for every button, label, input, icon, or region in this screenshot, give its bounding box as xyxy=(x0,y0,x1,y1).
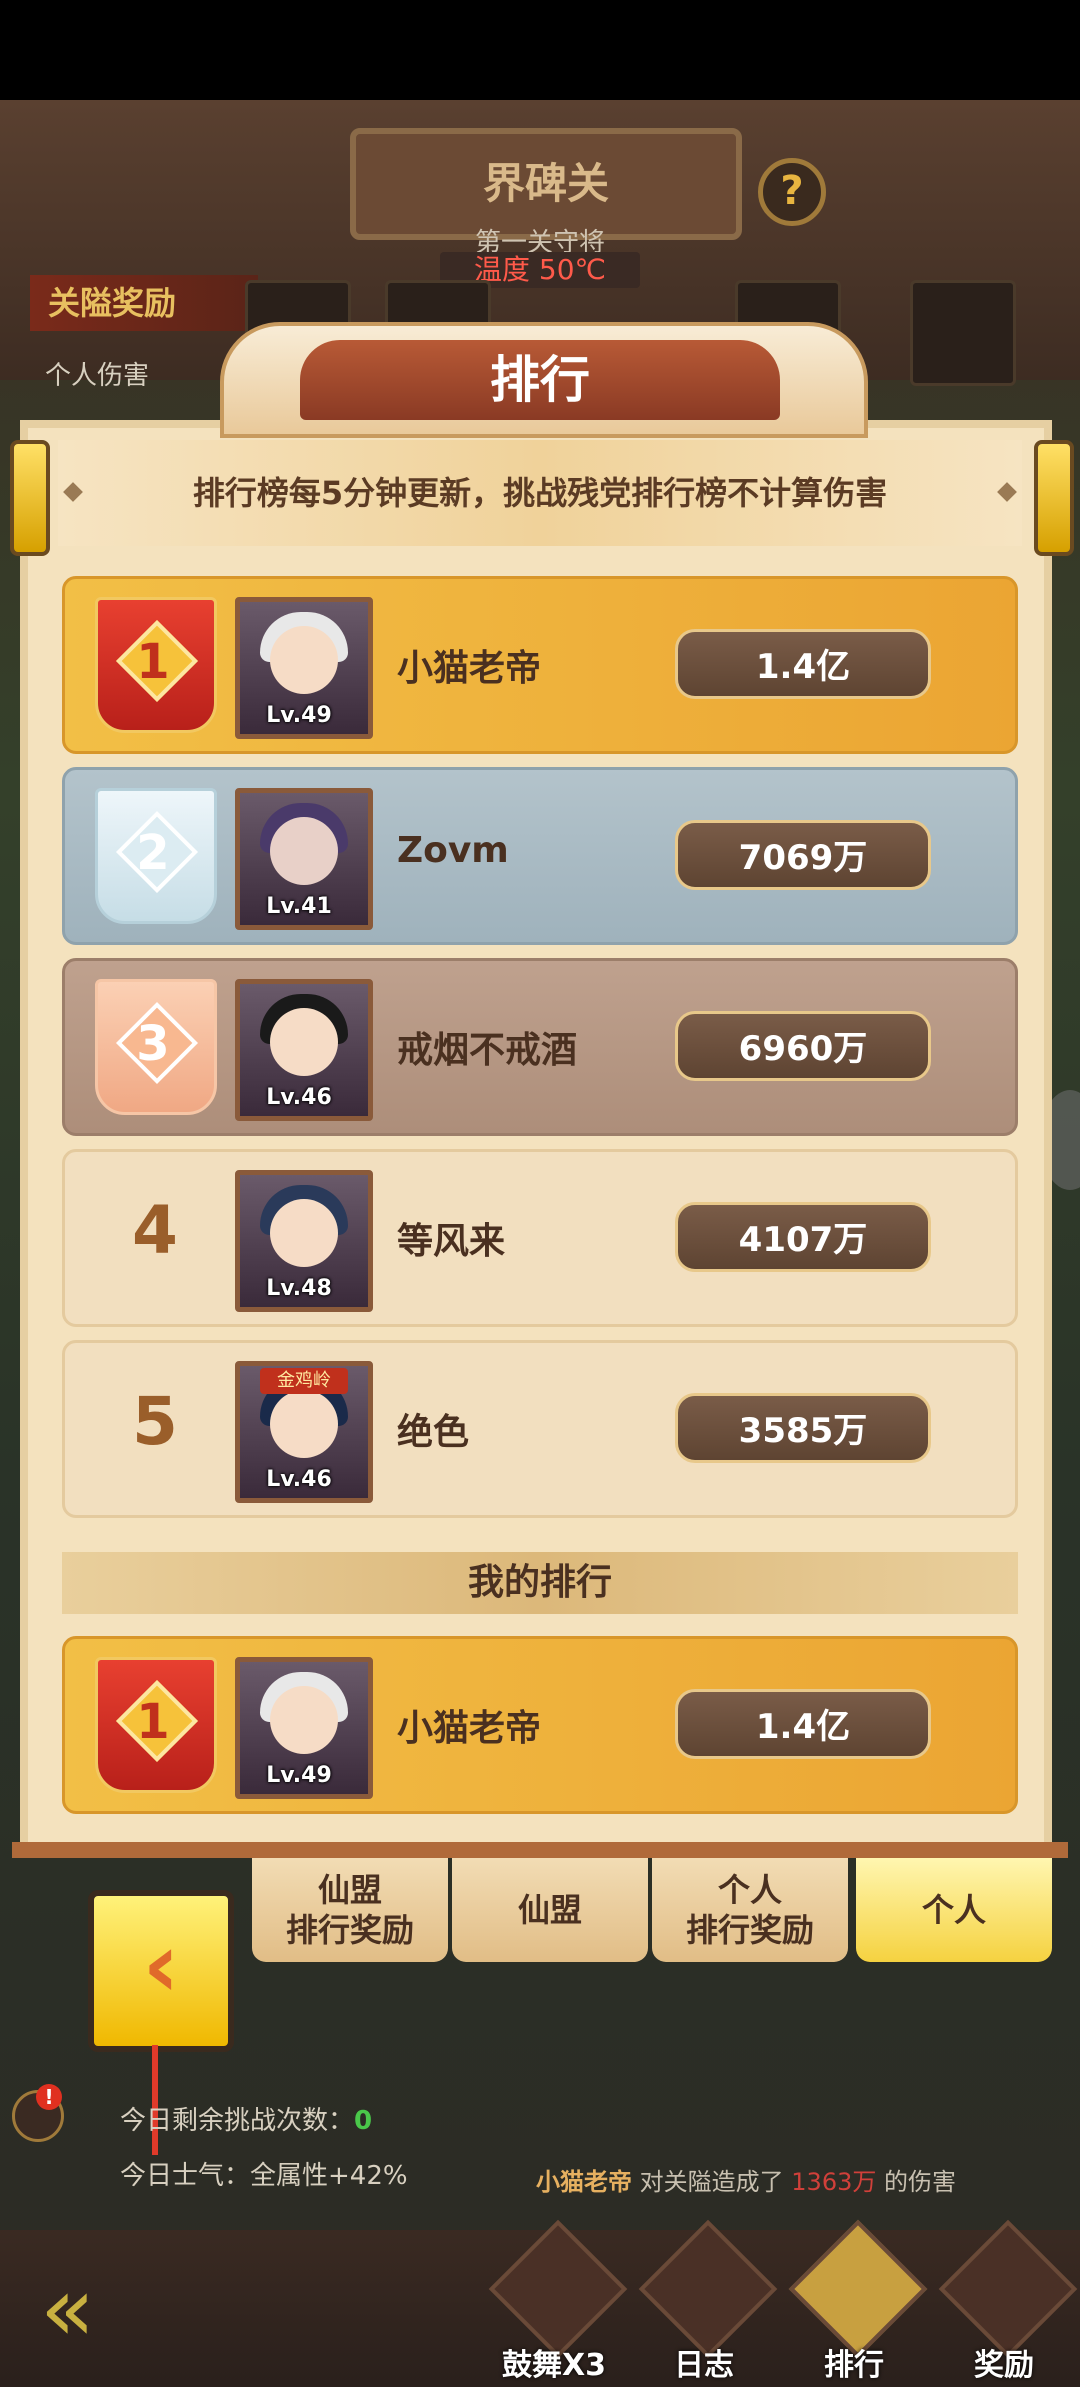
broadcast-mid: 对关隘造成了 xyxy=(639,2168,784,2196)
leaf-back-icon[interactable]: « xyxy=(40,2265,160,2355)
rank-number: 2 xyxy=(136,825,170,881)
nav-label: 鼓舞X3 xyxy=(501,2348,606,2383)
personal-damage-label: 个人伤害 xyxy=(45,361,150,391)
nav-reward[interactable]: 奖励 xyxy=(934,2219,1078,2383)
remaining-label: 今日剩余挑战次数： xyxy=(120,2106,355,2136)
damage-score: 6960万 xyxy=(675,1011,931,1081)
rank-badge-gold: 1 xyxy=(95,597,217,733)
player-name: 小猫老帝 xyxy=(397,1708,542,1749)
tab-alliance[interactable]: 仙盟 xyxy=(452,1858,648,1962)
rank-number: 1 xyxy=(136,1694,170,1750)
nav-log[interactable]: 日志 xyxy=(634,2219,778,2383)
avatar-face xyxy=(270,1686,338,1754)
broadcast-damage: 1363万 xyxy=(791,2168,877,2196)
morale-value: 全属性+42% xyxy=(250,2161,408,2191)
player-avatar[interactable]: Lv.48 xyxy=(235,1170,373,1312)
stage-title: 界碑关 xyxy=(482,159,609,208)
ranking-row[interactable]: 2 Lv.41 Zovm 7069万 xyxy=(62,767,1018,945)
damage-score: 1.4亿 xyxy=(675,629,931,699)
avatar-face xyxy=(270,626,338,694)
damage-score: 4107万 xyxy=(675,1202,931,1272)
help-icon[interactable]: ? xyxy=(758,158,826,226)
reward-icon xyxy=(938,2219,1078,2359)
my-ranking-row[interactable]: 1 Lv.49 小猫老帝 1.4亿 xyxy=(62,1636,1018,1814)
player-name: 戒烟不戒酒 xyxy=(397,1030,578,1071)
player-name: Zovm xyxy=(397,830,509,871)
player-level: Lv.48 xyxy=(266,1276,332,1301)
reward-slot xyxy=(910,280,1016,386)
player-name: 小猫老帝 xyxy=(397,648,542,689)
scroll-rod-right xyxy=(1034,440,1074,556)
player-level: Lv.49 xyxy=(266,703,332,728)
avatar-face xyxy=(270,1008,338,1076)
my-rank-header: 我的排行 xyxy=(62,1552,1018,1614)
remaining-challenges: 今日剩余挑战次数：0 xyxy=(120,2100,372,2137)
tab-personal-rank-rewards[interactable]: 个人 排行奖励 xyxy=(652,1858,848,1962)
tab-label: 个人 xyxy=(717,1871,782,1909)
tab-label: 排行奖励 xyxy=(685,1911,814,1949)
daily-morale: 今日士气：全属性+42% xyxy=(120,2155,408,2192)
player-name: 等风来 xyxy=(397,1221,506,1262)
rank-number: 3 xyxy=(136,1016,170,1072)
avatar-face xyxy=(270,817,338,885)
rank-number: 1 xyxy=(136,634,170,690)
tab-alliance-rank-rewards[interactable]: 仙盟 排行奖励 xyxy=(252,1858,448,1962)
log-icon xyxy=(638,2219,778,2359)
tab-bar-rail xyxy=(12,1842,1068,1858)
rank-number: 5 xyxy=(132,1383,178,1460)
player-level: Lv.46 xyxy=(266,1467,332,1492)
damage-score: 3585万 xyxy=(675,1393,931,1463)
tab-label: 个人 xyxy=(921,1891,986,1929)
tab-label: 仙盟 xyxy=(317,1871,382,1909)
rank-badge-silver: 2 xyxy=(95,788,217,924)
rank-icon xyxy=(788,2219,928,2359)
ranking-row[interactable]: 4 Lv.48 等风来 4107万 xyxy=(62,1149,1018,1327)
avatar-title-tag: 金鸡岭 xyxy=(260,1368,348,1394)
rank-number: 4 xyxy=(132,1192,178,1269)
player-level: Lv.46 xyxy=(266,1085,332,1110)
nav-label: 日志 xyxy=(674,2348,734,2383)
broadcast-tail: 的伤害 xyxy=(884,2168,956,2196)
rank-badge-gold: 1 xyxy=(95,1657,217,1793)
back-button[interactable]: ‹ xyxy=(88,1890,234,2052)
player-avatar[interactable]: Lv.49 xyxy=(235,597,373,739)
avatar-face xyxy=(270,1199,338,1267)
scroll-rod-left xyxy=(10,440,50,556)
player-level: Lv.41 xyxy=(266,894,332,919)
player-avatar[interactable]: Lv.46 xyxy=(235,979,373,1121)
tab-label: 排行奖励 xyxy=(285,1911,414,1949)
player-avatar[interactable]: Lv.41 xyxy=(235,788,373,930)
rank-badge-bronze: 3 xyxy=(95,979,217,1115)
nav-inspire[interactable]: 鼓舞X3 xyxy=(484,2219,628,2383)
player-level: Lv.49 xyxy=(266,1763,332,1788)
drum-icon xyxy=(488,2219,628,2359)
ranking-row[interactable]: 3 Lv.46 戒烟不戒酒 6960万 xyxy=(62,958,1018,1136)
morale-label: 今日士气： xyxy=(120,2161,251,2191)
damage-score: 7069万 xyxy=(675,820,931,890)
ranking-notice: 排行榜每5分钟更新，挑战残党排行榜不计算伤害 xyxy=(58,440,1022,546)
remaining-value: 0 xyxy=(354,2106,373,2136)
nav-label: 奖励 xyxy=(974,2348,1034,2383)
ranking-row[interactable]: 5 金鸡岭 Lv.46 绝色 3585万 xyxy=(62,1340,1018,1518)
damage-score: 1.4亿 xyxy=(675,1689,931,1759)
nav-label: 排行 xyxy=(824,2348,884,2383)
alert-badge: ! xyxy=(36,2084,62,2110)
panel-title: 排行 xyxy=(490,351,590,409)
player-avatar[interactable]: 金鸡岭 Lv.46 xyxy=(235,1361,373,1503)
player-name: 绝色 xyxy=(397,1412,470,1453)
ranking-row[interactable]: 1 Lv.49 小猫老帝 1.4亿 xyxy=(62,576,1018,754)
broadcast-player: 小猫老帝 xyxy=(536,2168,632,2196)
player-avatar[interactable]: Lv.49 xyxy=(235,1657,373,1799)
pass-reward-label: 关隘奖励 xyxy=(30,275,258,331)
damage-broadcast: 小猫老帝 对关隘造成了 1363万 的伤害 xyxy=(536,2162,956,2197)
avatar-face xyxy=(270,1390,338,1458)
nav-rank[interactable]: 排行 xyxy=(784,2219,928,2383)
tab-label: 仙盟 xyxy=(517,1891,582,1929)
tab-personal[interactable]: 个人 xyxy=(856,1858,1052,1962)
